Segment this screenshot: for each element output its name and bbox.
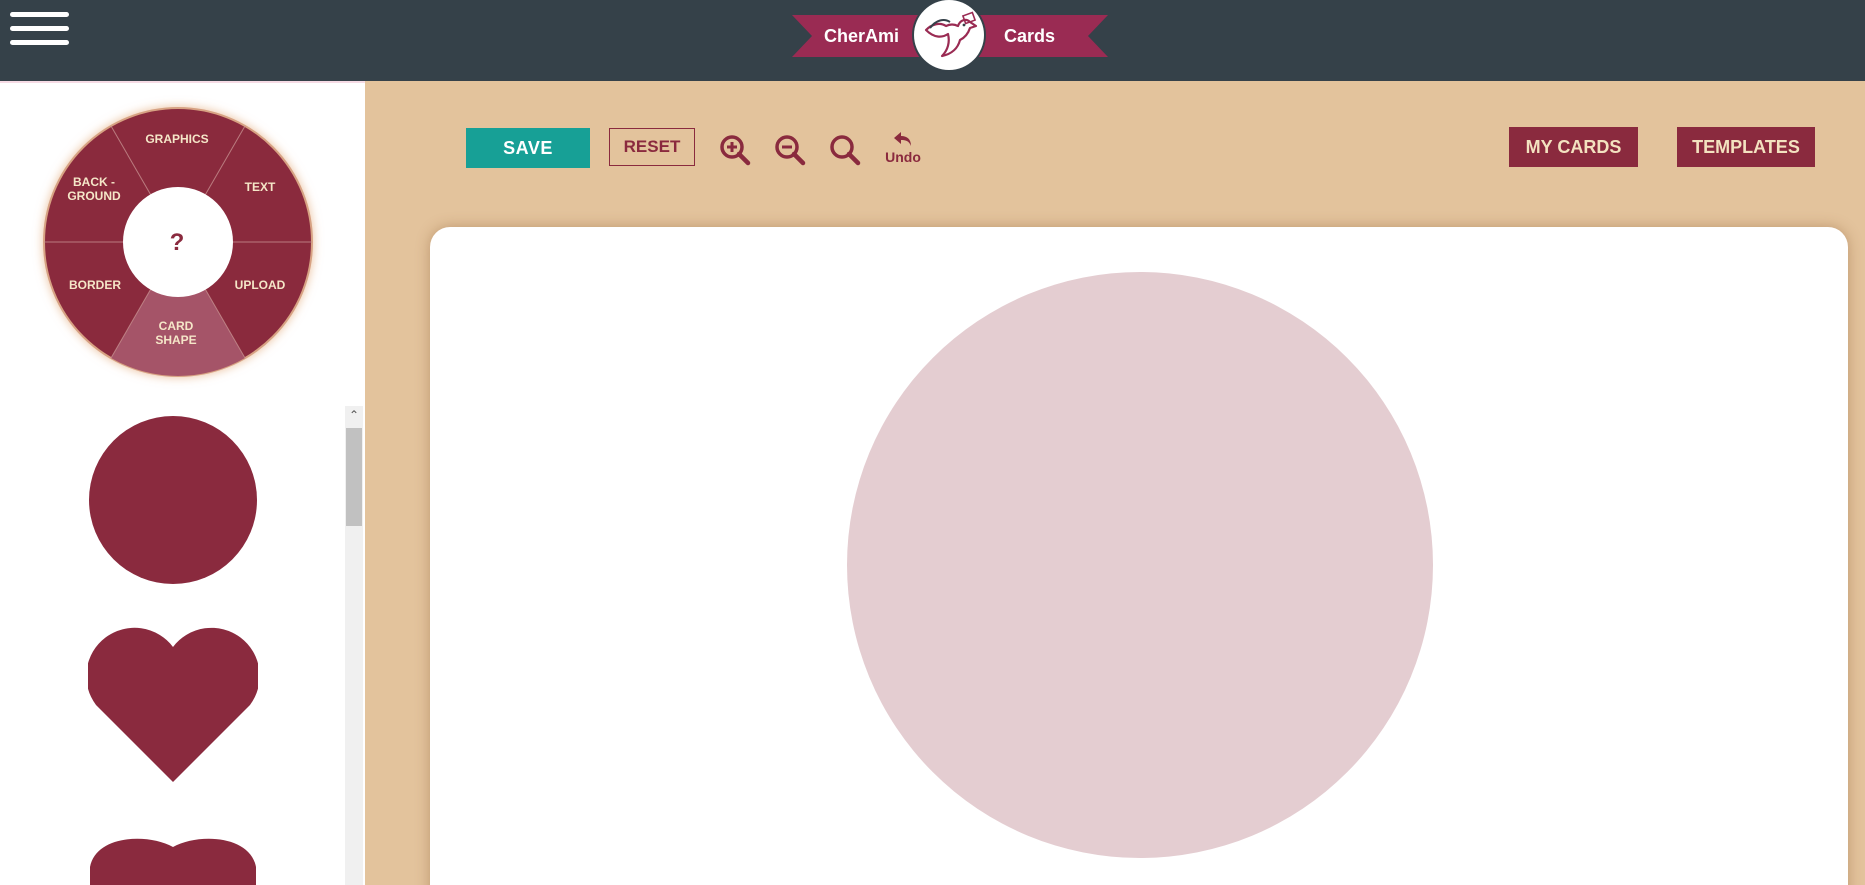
reset-button[interactable]: RESET — [609, 128, 695, 166]
wheel-label-graphics: GRAPHICS — [145, 132, 208, 146]
hamburger-menu-icon[interactable] — [10, 12, 69, 58]
wheel-label-text: TEXT — [245, 180, 276, 194]
shape-option-circle[interactable] — [88, 415, 258, 585]
search-icon[interactable] — [829, 134, 861, 166]
wheel-label-background-1: BACK - — [73, 175, 115, 189]
shape-list — [0, 405, 345, 885]
toolbar: SAVE RESET Undo MY CARDS TEMPLATES — [428, 104, 1846, 192]
wheel-label-background-2: GROUND — [67, 189, 121, 203]
wheel-label-card-shape-1: CARD — [159, 319, 194, 333]
zoom-in-icon[interactable] — [719, 134, 751, 166]
top-bar: CherAmi Cards — [0, 0, 1865, 81]
undo-arrow-icon — [894, 132, 911, 146]
zoom-out-icon[interactable] — [774, 134, 806, 166]
undo-label: Undo — [885, 149, 921, 165]
scroll-up-arrow-icon[interactable]: ⌃ — [345, 406, 363, 424]
card-canvas[interactable] — [430, 227, 1848, 885]
my-cards-button[interactable]: MY CARDS — [1509, 127, 1638, 167]
brand-name-left: CherAmi — [824, 26, 900, 46]
card-shape-circle[interactable] — [847, 272, 1433, 858]
templates-button[interactable]: TEMPLATES — [1677, 127, 1815, 167]
tool-wheel: GRAPHICS TEXT UPLOAD CARD SHAPE BORDER B… — [42, 106, 314, 378]
scrollbar-thumb[interactable] — [346, 428, 362, 526]
help-question-icon: ? — [170, 229, 185, 256]
brand-name-right: Cards — [1004, 26, 1056, 46]
dove-with-letter-icon — [914, 0, 984, 70]
brand-logo[interactable]: CherAmi Cards — [792, 0, 1108, 72]
save-button[interactable]: SAVE — [466, 128, 590, 168]
wheel-label-upload: UPLOAD — [235, 278, 286, 292]
undo-button[interactable]: Undo — [880, 130, 926, 174]
shape-option-rounded-heart[interactable] — [88, 837, 258, 885]
wheel-label-card-shape-2: SHAPE — [155, 333, 196, 347]
wheel-label-border: BORDER — [69, 278, 121, 292]
shape-list-scrollbar[interactable]: ⌃ — [345, 406, 363, 885]
shape-option-heart[interactable] — [88, 627, 258, 787]
